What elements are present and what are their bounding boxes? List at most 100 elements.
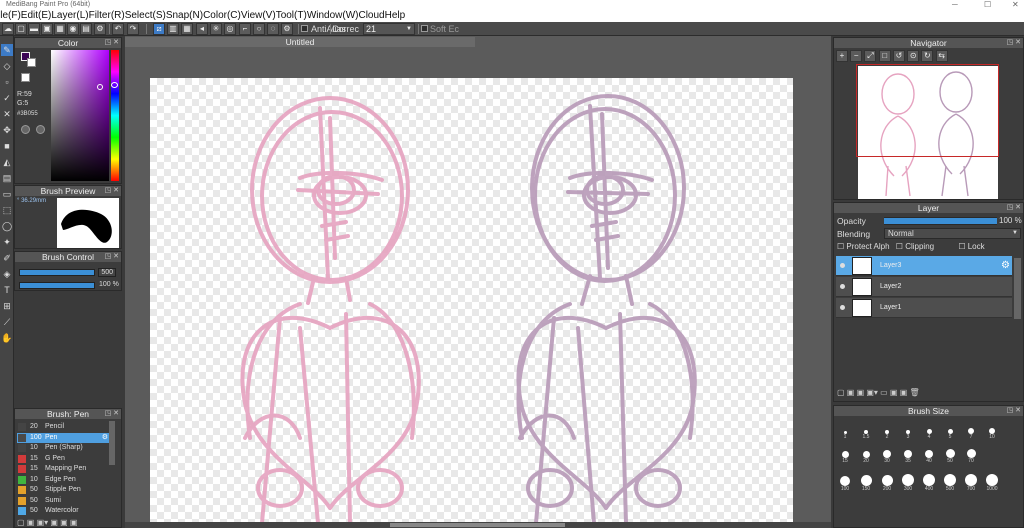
brush-size-option[interactable]: 500: [943, 474, 957, 492]
layer-settings-icon[interactable]: ⚙: [1001, 260, 1010, 271]
menu-item[interactable]: Tool(T): [276, 10, 307, 21]
settings-icon[interactable]: ⚙: [94, 23, 106, 35]
navigator-thumbnail[interactable]: [856, 64, 999, 199]
shape-tool-icon[interactable]: ■: [1, 140, 13, 152]
menu-item[interactable]: Select(S): [125, 10, 166, 21]
soft-edge-checkbox[interactable]: [421, 25, 428, 32]
correction-select[interactable]: 21 ▼: [363, 23, 415, 35]
brush-size-option[interactable]: 70: [964, 446, 978, 464]
divider-tool-icon[interactable]: ▭: [1, 188, 13, 200]
layer-row[interactable]: Layer3 ⚙: [836, 256, 1012, 276]
zoom-in-icon[interactable]: +: [836, 50, 848, 62]
eyedropper-tool-icon[interactable]: ⟋: [1, 316, 13, 328]
rotate-reset-icon[interactable]: ⊙: [907, 50, 920, 62]
redo-icon[interactable]: ↷: [127, 23, 139, 35]
scrollbar-thumb[interactable]: [390, 523, 565, 527]
save-icon[interactable]: ▣: [41, 23, 53, 35]
brush-size-option[interactable]: 10: [985, 422, 999, 440]
snap-settings-icon[interactable]: ⚙: [281, 23, 293, 35]
grid-icon[interactable]: ▦: [54, 23, 66, 35]
menu-item[interactable]: Snap(N): [166, 10, 203, 21]
brush-list-item[interactable]: 10 Edge Pen: [17, 475, 107, 485]
blending-select[interactable]: Normal ▼: [884, 228, 1021, 239]
select-eraser-icon[interactable]: ✕: [1, 108, 13, 120]
brush-list-item[interactable]: 100 Pen ⚙: [17, 432, 110, 443]
text-tool-icon[interactable]: T: [1, 284, 13, 296]
layer-opacity-slider[interactable]: [884, 217, 997, 225]
secondary-color-swatch[interactable]: [27, 58, 36, 67]
menu-item[interactable]: Color(C): [203, 10, 241, 21]
select-eraser-tool-icon[interactable]: ◈: [1, 268, 13, 280]
panel-menu-icon[interactable]: ◳ ✕: [105, 38, 119, 48]
brush-size-option[interactable]: 5: [943, 422, 957, 440]
undo-icon[interactable]: ↶: [112, 23, 124, 35]
panel-menu-icon[interactable]: ◳ ✕: [1007, 406, 1021, 416]
menu-item[interactable]: Layer(L): [51, 10, 88, 21]
snap-circle-icon[interactable]: ◎: [224, 23, 236, 35]
brush-opacity-slider[interactable]: [19, 282, 95, 289]
brush-list-item[interactable]: 15 Mapping Pen: [17, 464, 107, 474]
layer-row[interactable]: Layer2: [836, 277, 1012, 297]
operation-tool-icon[interactable]: ⊞: [1, 300, 13, 312]
rotate-left-icon[interactable]: ↺: [892, 50, 905, 62]
brush-size-option[interactable]: 200: [880, 474, 894, 492]
brush-size-option[interactable]: 3: [901, 422, 915, 440]
snap-off-icon[interactable]: ⧄: [153, 23, 165, 35]
rotate-right-icon[interactable]: ↻: [921, 50, 934, 62]
menu-item[interactable]: Filter(R): [89, 10, 125, 21]
document-tab[interactable]: Untitled: [125, 37, 475, 47]
minimize-icon[interactable]: ─: [952, 0, 958, 10]
brush-list-item[interactable]: 50 Stipple Pen: [17, 485, 107, 495]
zoom-out-icon[interactable]: −: [850, 50, 863, 62]
menu-item[interactable]: Edit(E): [21, 10, 52, 21]
canvas-horizontal-scrollbar[interactable]: [125, 522, 831, 528]
brush-list-item[interactable]: 15 G Pen: [17, 454, 107, 464]
brush-size-option[interactable]: 300: [901, 474, 915, 492]
panel-menu-icon[interactable]: ◳ ✕: [105, 186, 119, 196]
brush-size-value[interactable]: 500: [98, 268, 116, 277]
cloud-icon[interactable]: ☁: [2, 23, 14, 35]
panel-menu-icon[interactable]: ◳ ✕: [1007, 203, 1021, 213]
brush-list-item[interactable]: 50 Watercolor: [17, 506, 107, 516]
panel-menu-icon[interactable]: ◳ ✕: [105, 409, 119, 419]
brush-size-option[interactable]: 150: [859, 474, 873, 492]
panel-menu-icon[interactable]: ◳ ✕: [1007, 38, 1021, 48]
maximize-icon[interactable]: ☐: [984, 0, 991, 10]
menu-item[interactable]: Help: [385, 10, 406, 21]
dot-tool-icon[interactable]: ▫: [1, 76, 13, 88]
new-file-icon[interactable]: ▢: [15, 23, 27, 35]
brush-size-option[interactable]: 40: [922, 446, 936, 464]
brush-size-slider[interactable]: [19, 269, 95, 276]
menu-item[interactable]: Cloud: [358, 10, 384, 21]
snap-ellipse-icon[interactable]: ○: [253, 23, 265, 35]
layer-row[interactable]: Layer1: [836, 298, 1012, 318]
marquee-tool-icon[interactable]: ⬚: [1, 204, 13, 216]
snap-parallel-icon[interactable]: ▥: [167, 23, 179, 35]
menu-item[interactable]: ile(F): [0, 10, 21, 21]
brush-tool-icon[interactable]: ✎: [1, 44, 13, 56]
brush-size-option[interactable]: 4: [922, 422, 936, 440]
brush-size-option[interactable]: 35: [901, 446, 915, 464]
brush-list-item[interactable]: 50 Sumi: [17, 496, 107, 506]
brush-list-actions[interactable]: ▢ ▣ ▣▾ ▣ ▣ ▣: [17, 518, 77, 527]
move-tool-icon[interactable]: ✥: [1, 124, 13, 136]
visibility-eye-icon[interactable]: [840, 305, 845, 310]
actual-size-icon[interactable]: □: [878, 50, 891, 62]
brush-size-option[interactable]: 30: [880, 446, 894, 464]
brush-size-option[interactable]: 1000: [985, 474, 999, 492]
saturation-value-picker[interactable]: [51, 50, 109, 181]
brush-size-option[interactable]: 700: [964, 474, 978, 492]
menu-item[interactable]: Window(W): [307, 10, 359, 21]
gradient-tool-icon[interactable]: ▤: [1, 172, 13, 184]
snap-vanish-icon[interactable]: ◂: [196, 23, 208, 35]
protect-alpha-checkbox[interactable]: ☐ Protect Alph: [837, 242, 890, 251]
brush-size-option[interactable]: 2: [880, 422, 894, 440]
sv-cursor[interactable]: [97, 83, 104, 90]
select-pen-icon[interactable]: ✓: [1, 92, 13, 104]
brush-size-option[interactable]: 7: [964, 422, 978, 440]
magic-wand-icon[interactable]: ✦: [1, 236, 13, 248]
flip-icon[interactable]: ⇆: [935, 50, 948, 62]
visibility-eye-icon[interactable]: [840, 263, 845, 268]
antialias-checkbox[interactable]: [301, 25, 308, 32]
brush-size-option[interactable]: 50: [943, 446, 957, 464]
